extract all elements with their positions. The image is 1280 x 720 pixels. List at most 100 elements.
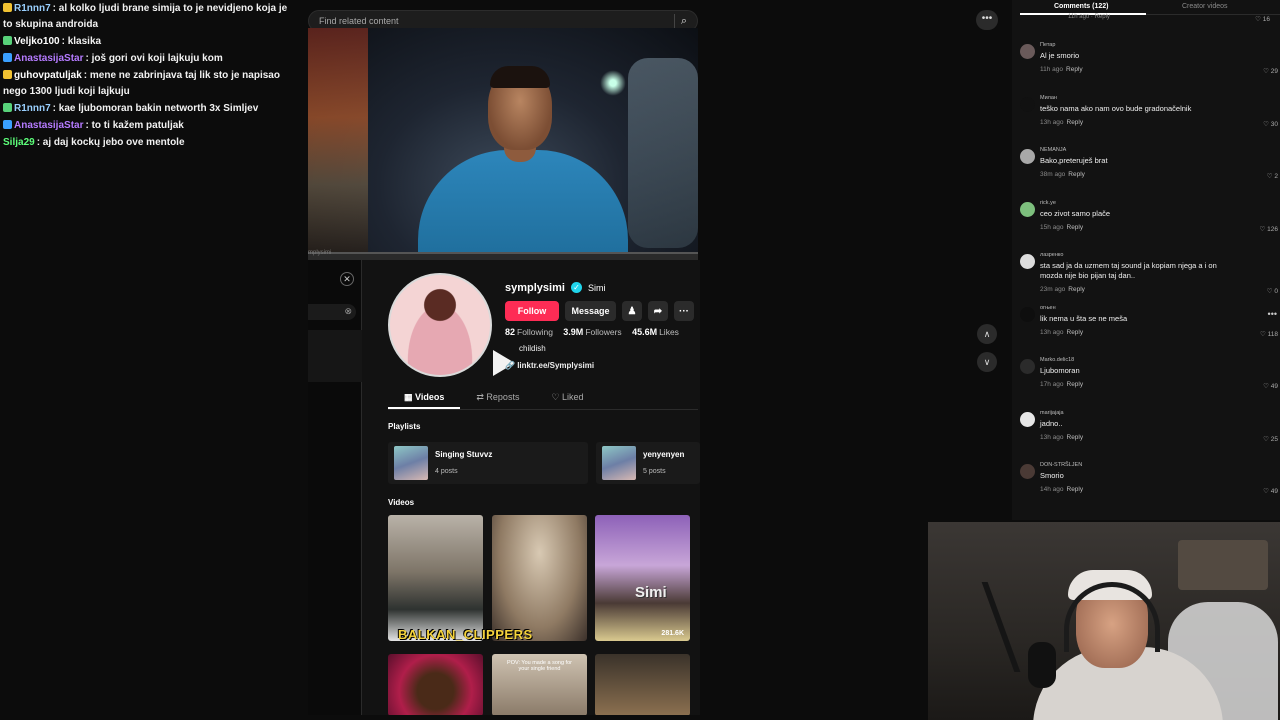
commenter-avatar[interactable] — [1020, 44, 1035, 59]
progress-fill — [308, 252, 698, 254]
comment-item: DON-STRŠLJEN Smorio 14h ago Reply ♡ 49 — [1020, 462, 1280, 512]
commenter-name[interactable]: NEMANJA — [1040, 147, 1066, 153]
reply-button[interactable]: Reply — [1067, 434, 1084, 441]
close-icon[interactable]: ✕ — [340, 272, 354, 286]
more-options-button[interactable]: ••• — [976, 10, 998, 30]
comment-time: 13h ago — [1040, 328, 1064, 336]
commenter-name[interactable]: DON-STRŠLJEN — [1040, 462, 1082, 468]
video-thumbnail[interactable]: 281.6K — [595, 515, 690, 641]
video-thumbnail[interactable] — [388, 654, 483, 715]
follow-button[interactable]: Follow — [505, 301, 559, 321]
clear-icon[interactable]: ⊗ — [344, 306, 352, 317]
comment-more-icon[interactable]: ••• — [1268, 309, 1277, 319]
microphone — [1028, 642, 1056, 688]
video-thumbnail[interactable] — [595, 654, 690, 715]
comment-meta: 17h ago Reply — [1040, 381, 1083, 388]
comment-item: Милан teško nama ako nam ovo bude gradona… — [1020, 95, 1280, 145]
reply-button[interactable]: Reply — [1067, 224, 1084, 231]
followers-stat[interactable]: 3.9M Followers — [563, 327, 621, 337]
commenter-avatar[interactable] — [1020, 411, 1035, 427]
commenter-avatar[interactable] — [1020, 96, 1035, 112]
profile-avatar[interactable] — [388, 273, 492, 377]
chat-username[interactable]: guhovpatuljak — [14, 70, 82, 81]
video-progress-bar[interactable] — [308, 252, 698, 260]
commenter-avatar[interactable] — [1020, 306, 1035, 322]
chat-message: R1nnn7: kae ljubomoran bakin networth 3x… — [3, 101, 297, 117]
following-stat[interactable]: 82 Following — [505, 327, 553, 337]
chat-username[interactable]: Silja29 — [3, 137, 35, 148]
reply-button[interactable]: Reply — [1066, 66, 1083, 73]
heart-icon: ♡ — [1263, 383, 1271, 390]
reply-button[interactable]: Reply — [1067, 381, 1084, 388]
comment-like-button[interactable]: ♡ 30 — [1263, 120, 1278, 128]
stream-chat: R1nnn7: al kolko ljudi brane simija to j… — [0, 0, 300, 720]
previous-comment-likes: ♡ 16 — [1255, 16, 1270, 23]
comment-like-button[interactable]: ♡ 0 — [1267, 287, 1278, 295]
search-icon[interactable]: ⌕ — [681, 15, 687, 28]
likes-label: Likes — [659, 327, 679, 337]
profile-link[interactable]: 🔗 linktr.ee/Symplysimi — [505, 361, 594, 370]
grid-icon: ▦ — [404, 392, 416, 402]
tab-reposts-label: Reposts — [486, 392, 520, 402]
profile-link-text[interactable]: linktr.ee/Symplysimi — [517, 361, 594, 370]
commenter-avatar[interactable] — [1020, 359, 1035, 374]
reply-button[interactable]: Reply — [1068, 286, 1085, 293]
comment-like-button[interactable]: ♡ 49 — [1263, 382, 1278, 390]
chat-username[interactable]: Veljko100 — [14, 36, 60, 47]
tab-liked[interactable]: ♡ Liked — [535, 388, 599, 409]
videos-heading: Videos — [388, 498, 415, 507]
commenter-avatar[interactable] — [1020, 464, 1035, 479]
comment-like-button[interactable]: ♡ 118 — [1260, 330, 1278, 338]
tab-creator-videos[interactable]: Creator videos — [1182, 3, 1228, 10]
comment-text: Al je smorio — [1040, 51, 1080, 60]
video-thumbnail[interactable] — [388, 515, 483, 641]
video-thumbnail[interactable] — [492, 515, 587, 641]
comment-item: огњен lik nema u šta se ne meša 13h ago Rep… — [1020, 305, 1280, 355]
commenter-name[interactable]: Marko.delic18 — [1040, 357, 1074, 363]
commenter-name[interactable]: лазренко — [1040, 252, 1063, 258]
video-thumbnail[interactable]: POV: You made a song for your single fri… — [492, 654, 587, 715]
share-icon[interactable]: ➦ — [648, 301, 668, 321]
more-options-icon[interactable]: ··· — [674, 301, 694, 321]
following-count: 82 — [505, 327, 516, 337]
video-player[interactable] — [308, 28, 698, 252]
comment-like-button[interactable]: ♡ 29 — [1263, 67, 1278, 75]
comment-like-button[interactable]: ♡ 126 — [1260, 225, 1279, 233]
commenter-name[interactable]: огњен — [1040, 305, 1056, 311]
commenter-name[interactable]: marijajaja — [1040, 410, 1064, 416]
commenter-avatar[interactable] — [1020, 149, 1035, 164]
chat-username[interactable]: R1nnn7 — [14, 103, 51, 114]
commenter-name[interactable]: Милан — [1040, 95, 1057, 101]
search-input[interactable] — [319, 16, 668, 26]
comment-like-button[interactable]: ♡ 2 — [1267, 172, 1278, 180]
chat-username[interactable]: R1nnn7 — [14, 3, 51, 14]
comment-like-button[interactable]: ♡ 25 — [1263, 435, 1278, 443]
chat-text: : još gori ovi koji lajkuju kom — [85, 53, 223, 64]
commenter-name[interactable]: rick.ye — [1040, 200, 1056, 206]
previous-video-button[interactable]: ∧ — [977, 324, 997, 344]
commenter-avatar[interactable] — [1020, 254, 1035, 269]
comments-panel: Comments (122) Creator videos 11h ago · … — [1012, 0, 1280, 520]
side-search-input[interactable]: ⊗ — [308, 304, 356, 320]
playlist-card[interactable]: yenyenyen 5 posts — [596, 442, 700, 484]
tab-reposts[interactable]: ⇄ Reposts — [460, 388, 535, 409]
view-count: 281.6K — [661, 630, 684, 637]
commenter-name[interactable]: Петар — [1040, 42, 1055, 48]
reply-button[interactable]: Reply — [1067, 119, 1084, 126]
chat-username[interactable]: AnastasijaStar — [14, 53, 83, 64]
next-video-button[interactable]: ∨ — [977, 352, 997, 372]
message-button[interactable]: Message — [565, 301, 616, 321]
tab-videos[interactable]: ▦ Videos — [388, 388, 461, 409]
heart-icon: ♡ — [1263, 488, 1271, 495]
tab-comments[interactable]: Comments (122) — [1054, 3, 1108, 10]
playlist-card[interactable]: Singing Stuvvz 4 posts — [388, 442, 588, 484]
reply-button[interactable]: Reply — [1068, 171, 1085, 178]
commenter-avatar[interactable] — [1020, 201, 1035, 217]
comment-like-button[interactable]: ♡ 49 — [1263, 487, 1278, 495]
reply-button[interactable]: Reply — [1067, 329, 1084, 336]
comment-item: marijajaja jadno.. 13h ago Reply ♡ 25 — [1020, 410, 1280, 460]
chat-username[interactable]: AnastasijaStar — [14, 120, 83, 131]
simi-overlay-text: Simi — [635, 584, 667, 601]
reply-button[interactable]: Reply — [1067, 486, 1084, 493]
add-friend-icon[interactable]: ♟ — [622, 301, 642, 321]
